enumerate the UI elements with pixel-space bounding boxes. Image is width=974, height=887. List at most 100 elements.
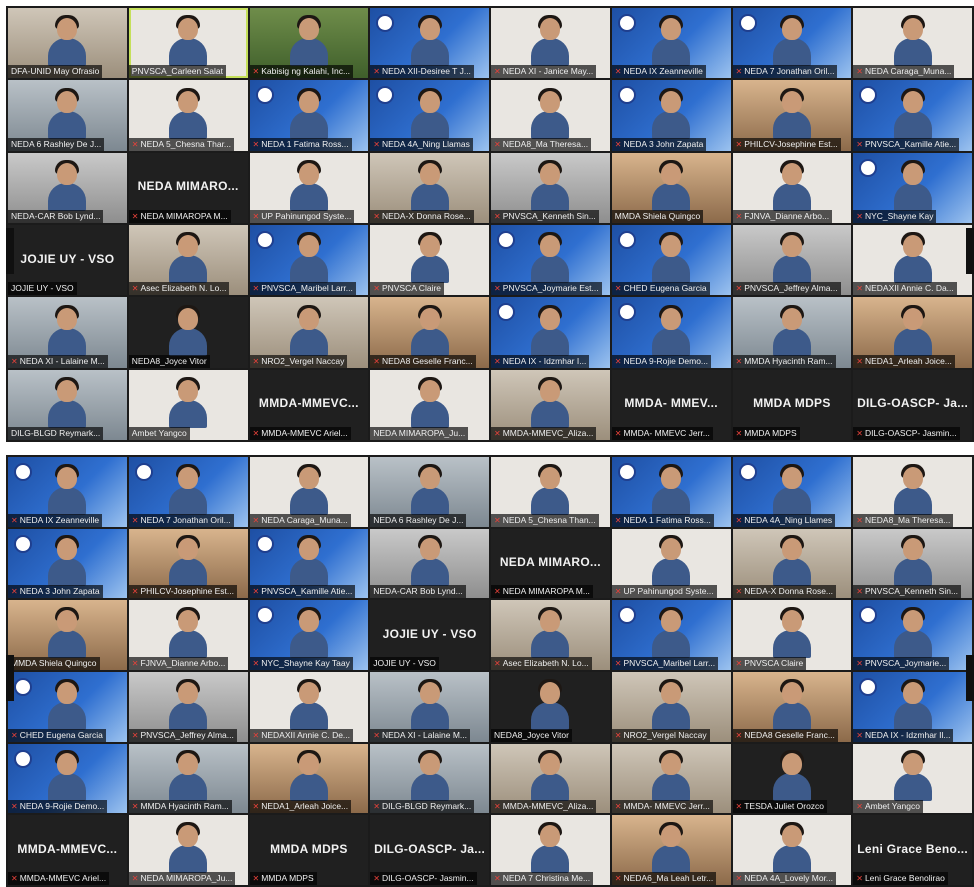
participant-tile[interactable]: DILG-BLGD Reymark... bbox=[8, 369, 127, 440]
participant-tile[interactable]: NEDA 6 Rashley De J... bbox=[370, 457, 489, 527]
participant-tile[interactable]: ✕ PNVSCA_Kenneth Sin... bbox=[853, 528, 972, 599]
participant-tile[interactable]: ✕ NEDA IX - Idzmhar Il... bbox=[853, 671, 972, 742]
participant-tile[interactable]: ✕ NEDA8_Ma Theresa... bbox=[491, 80, 610, 151]
participant-tile[interactable]: ✕ MMDA Hyacinth Ram... bbox=[732, 297, 852, 368]
participant-tile[interactable]: ✕ NEDA 5_Chesna Than... bbox=[491, 457, 610, 527]
participant-tile[interactable]: ✕ PNVSCA_Maribel Larr... bbox=[249, 224, 369, 296]
participant-tile[interactable]: ✕ DILG-BLGD Reymark... bbox=[370, 743, 489, 814]
participant-tile[interactable]: ✕ NEDA 3 John Zapata bbox=[8, 528, 127, 599]
participant-tile[interactable]: Leni Grace Beno... ✕ Leni Grace Benolirao bbox=[853, 815, 972, 885]
participant-tile[interactable]: ✕ NEDA 3 John Zapata bbox=[611, 80, 731, 151]
participant-tile[interactable]: ✕ TESDA Juliet Orozco bbox=[732, 743, 852, 814]
participant-tile[interactable]: ✕ NEDA XI - Lalaine M... bbox=[370, 671, 489, 742]
participant-tile[interactable]: DILG-OASCP- Ja... ✕ DILG-OASCP- Jasmin... bbox=[370, 815, 489, 885]
participant-tile[interactable]: ✕ PNVSCA_Kenneth Sin... bbox=[491, 152, 610, 223]
participant-tile[interactable]: ✕ NEDA MIMAROPA_Ju... bbox=[128, 815, 248, 885]
participant-tile[interactable]: MMDA-MMEVC... ✕ MMDA-MMEVC Ariel... bbox=[8, 815, 127, 885]
participant-tile[interactable]: NEDA 6 Rashley De J... bbox=[8, 80, 127, 151]
participant-tile[interactable]: PNVSCA_Carleen Salat bbox=[128, 8, 248, 79]
participant-tile[interactable]: ✕ NEDA 7 Jonathan Oril... bbox=[732, 8, 852, 79]
participant-tile[interactable]: NEDA8_Joyce Vitor bbox=[128, 297, 248, 368]
participant-tile[interactable]: JOJIE UY - VSO JOJIE UY - VSO bbox=[370, 600, 489, 670]
participant-tile[interactable]: ✕ MMDA- MMEVC Jerr... bbox=[611, 743, 731, 814]
participant-tile[interactable]: NEDA-CAR Bob Lynd... bbox=[370, 528, 489, 599]
participant-tile[interactable]: DILG-OASCP- Ja... ✕ DILG-OASCP- Jasmin... bbox=[853, 369, 972, 440]
participant-tile[interactable]: ✕ NEDA 7 Jonathan Oril... bbox=[128, 457, 248, 527]
participant-tile[interactable]: ✕ NEDA XII-Desiree T J... bbox=[370, 8, 489, 79]
participant-tile[interactable]: JOJIE UY - VSO JOJIE UY - VSO bbox=[8, 224, 127, 296]
participant-tile[interactable]: ✕ UP Pahinungod Syste... bbox=[249, 152, 369, 223]
participant-tile[interactable]: NEDA-CAR Bob Lynd... bbox=[8, 152, 127, 223]
participant-tile[interactable]: ✕ PNVSCA Claire bbox=[732, 600, 852, 670]
participant-tile[interactable]: ✕ NEDAXII Annie C. Da... bbox=[853, 224, 972, 296]
participant-tile[interactable]: DFA-UNID May Ofrasio bbox=[8, 8, 127, 79]
gallery-next-page-handle[interactable] bbox=[966, 655, 974, 701]
participant-tile[interactable]: ✕ NEDA IX - Idzmhar I... bbox=[491, 297, 610, 368]
participant-tile[interactable]: ✕ NEDA 9-Rojie Demo... bbox=[611, 297, 731, 368]
participant-tile[interactable]: ✕ NRO2_Vergel Naccay bbox=[249, 297, 369, 368]
participant-tile[interactable]: ✕ MMDA Hyacinth Ram... bbox=[128, 743, 248, 814]
participant-tile[interactable]: ✕ PNVSCA_Jeffrey Alma... bbox=[128, 671, 248, 742]
participant-tile[interactable]: Ambet Yangco bbox=[128, 369, 248, 440]
participant-tile[interactable]: ✕ CHED Eugena Garcia bbox=[611, 224, 731, 296]
gallery-prev-page-handle[interactable] bbox=[6, 655, 14, 701]
gallery-next-page-handle[interactable] bbox=[966, 228, 974, 274]
participant-tile[interactable]: ✕ PNVSCA Claire bbox=[370, 224, 489, 296]
participant-tile[interactable]: ✕ PHILCV-Josephine Est... bbox=[732, 80, 852, 151]
participant-tile[interactable]: ✕ NEDA8_Ma Theresa... bbox=[853, 457, 972, 527]
participant-tile[interactable]: ✕ NEDA-X Donna Rose... bbox=[732, 528, 852, 599]
participant-tile[interactable]: NEDA MIMARO... ✕ NEDA MIMAROPA M... bbox=[491, 528, 610, 599]
participant-tile[interactable]: ✕ NEDA XI - Janice May... bbox=[491, 8, 610, 79]
participant-tile[interactable]: ✕ NEDAXII Annie C. De... bbox=[249, 671, 369, 742]
participant-tile[interactable]: ✕ PNVSCA_Joymarie Est... bbox=[491, 224, 610, 296]
participant-tile[interactable]: ✕ PNVSCA_Maribel Larr... bbox=[611, 600, 731, 670]
participant-tile[interactable]: ✕ PNVSCA_Kamille Atie... bbox=[853, 80, 972, 151]
participant-tile[interactable]: NEDA MIMAROPA_Ju... bbox=[370, 369, 489, 440]
participant-tile[interactable]: ✕ NEDA 1 Fatima Ross... bbox=[611, 457, 731, 527]
participant-tile[interactable]: ✕ MMDA-MMEVC_Aliza... bbox=[491, 743, 610, 814]
participant-tile[interactable]: ✕ CHED Eugena Garcia bbox=[8, 671, 127, 742]
participant-tile[interactable]: ✕ Ambet Yangco bbox=[853, 743, 972, 814]
participant-tile[interactable]: ✕ Asec Elizabeth N. Lo... bbox=[491, 600, 610, 670]
participant-tile[interactable]: NEDA8_Joyce Vitor bbox=[491, 671, 610, 742]
participant-tile[interactable]: ✕ PNVSCA_Jeffrey Alma... bbox=[732, 224, 852, 296]
participant-tile[interactable]: ✕ NEDA Caraga_Muna... bbox=[853, 8, 972, 79]
participant-tile[interactable]: ✕ NEDA 1 Fatima Ross... bbox=[249, 80, 369, 151]
participant-tile[interactable]: ✕ NEDA 9-Rojie Demo... bbox=[8, 743, 127, 814]
participant-tile[interactable]: MMDA- MMEV... ✕ MMDA- MMEVC Jerr... bbox=[611, 369, 731, 440]
participant-tile[interactable]: ✕ MMDA-MMEVC_Aliza... bbox=[491, 369, 610, 440]
participant-tile[interactable]: ✕ PNVSCA_Joymarie... bbox=[853, 600, 972, 670]
participant-tile[interactable]: ✕ NEDA IX Zeanneville bbox=[8, 457, 127, 527]
participant-tile[interactable]: MMDA MDPS ✕ MMDA MDPS bbox=[732, 369, 852, 440]
participant-tile[interactable]: ✕ FJNVA_Dianne Arbo... bbox=[732, 152, 852, 223]
participant-tile[interactable]: MMDA Shiela Quingco bbox=[611, 152, 731, 223]
participant-tile[interactable]: ✕ NYC_Shayne Kay bbox=[853, 152, 972, 223]
participant-tile[interactable]: ✕ NEDA 5_Chesna Thar... bbox=[128, 80, 248, 151]
participant-tile[interactable]: ✕ NEDA1_Arleah Joice... bbox=[249, 743, 369, 814]
gallery-prev-page-handle[interactable] bbox=[6, 228, 14, 274]
participant-tile[interactable]: ✕ NEDA Caraga_Muna... bbox=[249, 457, 369, 527]
participant-tile[interactable]: ✕ Kabisig ng Kalahi, Inc... bbox=[249, 8, 369, 79]
participant-tile[interactable]: MMDA Shiela Quingco bbox=[8, 600, 127, 670]
participant-tile[interactable]: ✕ NEDA 4A_Lovely Mor... bbox=[732, 815, 852, 885]
participant-tile[interactable]: ✕ PHILCV-Josephine Est... bbox=[128, 528, 248, 599]
participant-tile[interactable]: ✕ NEDA8 Geselle Franc... bbox=[732, 671, 852, 742]
participant-tile[interactable]: ✕ NEDA-X Donna Rose... bbox=[370, 152, 489, 223]
participant-tile[interactable]: ✕ NYC_Shayne Kay Taay bbox=[249, 600, 369, 670]
participant-tile[interactable]: ✕ NRO2_Vergel Naccay bbox=[611, 671, 731, 742]
participant-tile[interactable]: ✕ NEDA8 Geselle Franc... bbox=[370, 297, 489, 368]
participant-tile[interactable]: ✕ NEDA1_Arleah Joice... bbox=[853, 297, 972, 368]
participant-tile[interactable]: ✕ FJNVA_Dianne Arbo... bbox=[128, 600, 248, 670]
participant-tile[interactable]: ✕ PNVSCA_Kamille Atie... bbox=[249, 528, 369, 599]
participant-tile[interactable]: MMDA MDPS ✕ MMDA MDPS bbox=[249, 815, 369, 885]
participant-tile[interactable]: ✕ NEDA 4A_Ning Llames bbox=[732, 457, 852, 527]
participant-tile[interactable]: ✕ UP Pahinungod Syste... bbox=[611, 528, 731, 599]
participant-tile[interactable]: ✕ NEDA IX Zeanneville bbox=[611, 8, 731, 79]
participant-tile[interactable]: NEDA MIMARO... ✕ NEDA MIMAROPA M... bbox=[128, 152, 248, 223]
participant-tile[interactable]: ✕ Asec Elizabeth N. Lo... bbox=[128, 224, 248, 296]
participant-tile[interactable]: ✕ NEDA6_Ma Leah Letr... bbox=[611, 815, 731, 885]
participant-tile[interactable]: ✕ NEDA XI - Lalaine M... bbox=[8, 297, 127, 368]
participant-tile[interactable]: MMDA-MMEVC... ✕ MMDA-MMEVC Ariel... bbox=[249, 369, 369, 440]
participant-tile[interactable]: ✕ NEDA 4A_Ning Llamas bbox=[370, 80, 489, 151]
participant-tile[interactable]: ✕ NEDA 7 Christina Me... bbox=[491, 815, 610, 885]
